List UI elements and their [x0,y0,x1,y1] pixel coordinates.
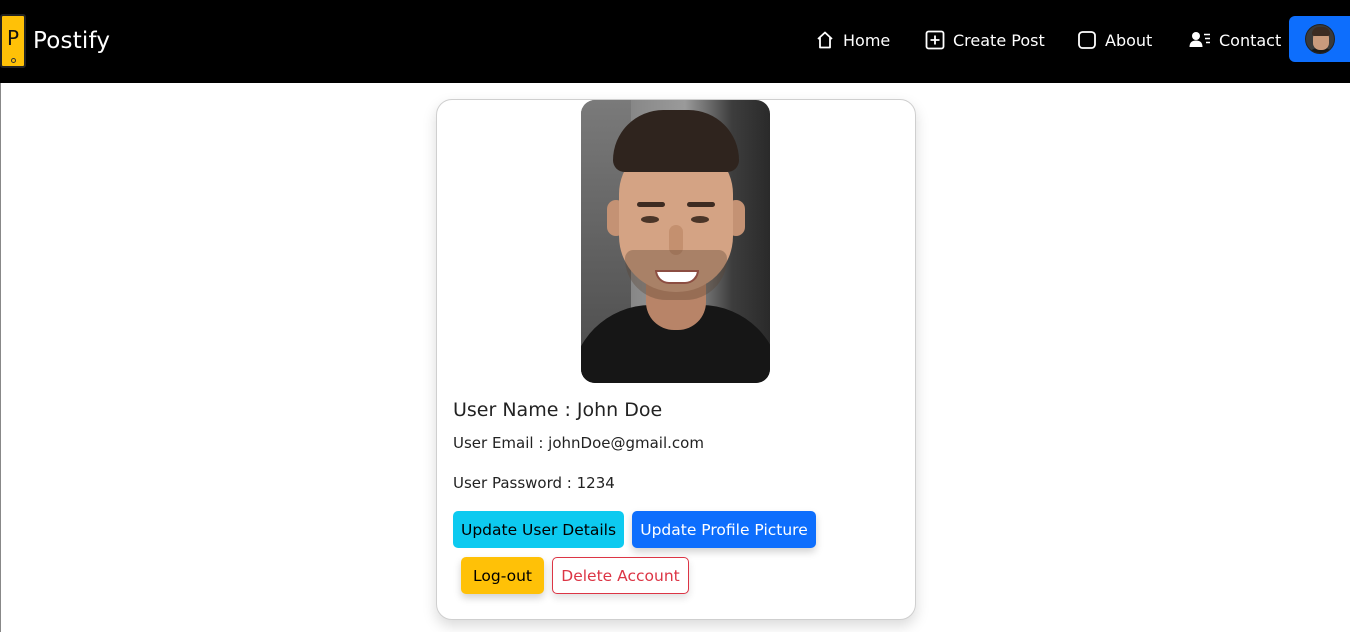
nav-about-label: About [1105,30,1153,50]
update-profile-picture-button[interactable]: Update Profile Picture [632,511,816,548]
logout-button[interactable]: Log-out [461,557,544,594]
delete-account-button[interactable]: Delete Account [552,557,689,594]
photo-eye-left [641,216,659,223]
user-name-text: User Name : John Doe [453,399,663,421]
avatar-hair [1311,27,1330,36]
nav-home-label: Home [843,30,891,50]
avatar-icon [1304,24,1335,54]
plus-square-icon [925,30,945,50]
navbar: P Postify Home Create Post About Contact [0,0,1350,83]
photo-brow-left [637,202,665,207]
square-icon [1078,31,1096,49]
home-icon [817,31,833,49]
photo-brow-right [687,202,715,207]
profile-button[interactable] [1289,16,1350,62]
nav-about-link[interactable]: About [1077,28,1152,52]
update-user-details-button[interactable]: Update User Details [453,511,624,548]
nav-home-link[interactable]: Home [815,28,890,52]
photo-eye-right [691,216,709,223]
profile-card: User Name : John Doe User Email : johnDo… [436,99,916,620]
nav-menu: Home Create Post About Contact [0,0,1350,83]
nav-contact-label: Contact [1219,30,1282,50]
user-password-text: User Password : 1234 [453,474,615,492]
user-email-text: User Email : johnDoe@gmail.com [453,434,704,452]
photo-hair [613,110,739,172]
person-lines-icon [1189,32,1210,47]
nav-create-post-link[interactable]: Create Post [925,28,1045,52]
nav-create-post-label: Create Post [953,30,1045,50]
page-left-border [0,83,1,632]
nav-contact-link[interactable]: Contact [1189,28,1281,52]
profile-photo [581,100,770,383]
